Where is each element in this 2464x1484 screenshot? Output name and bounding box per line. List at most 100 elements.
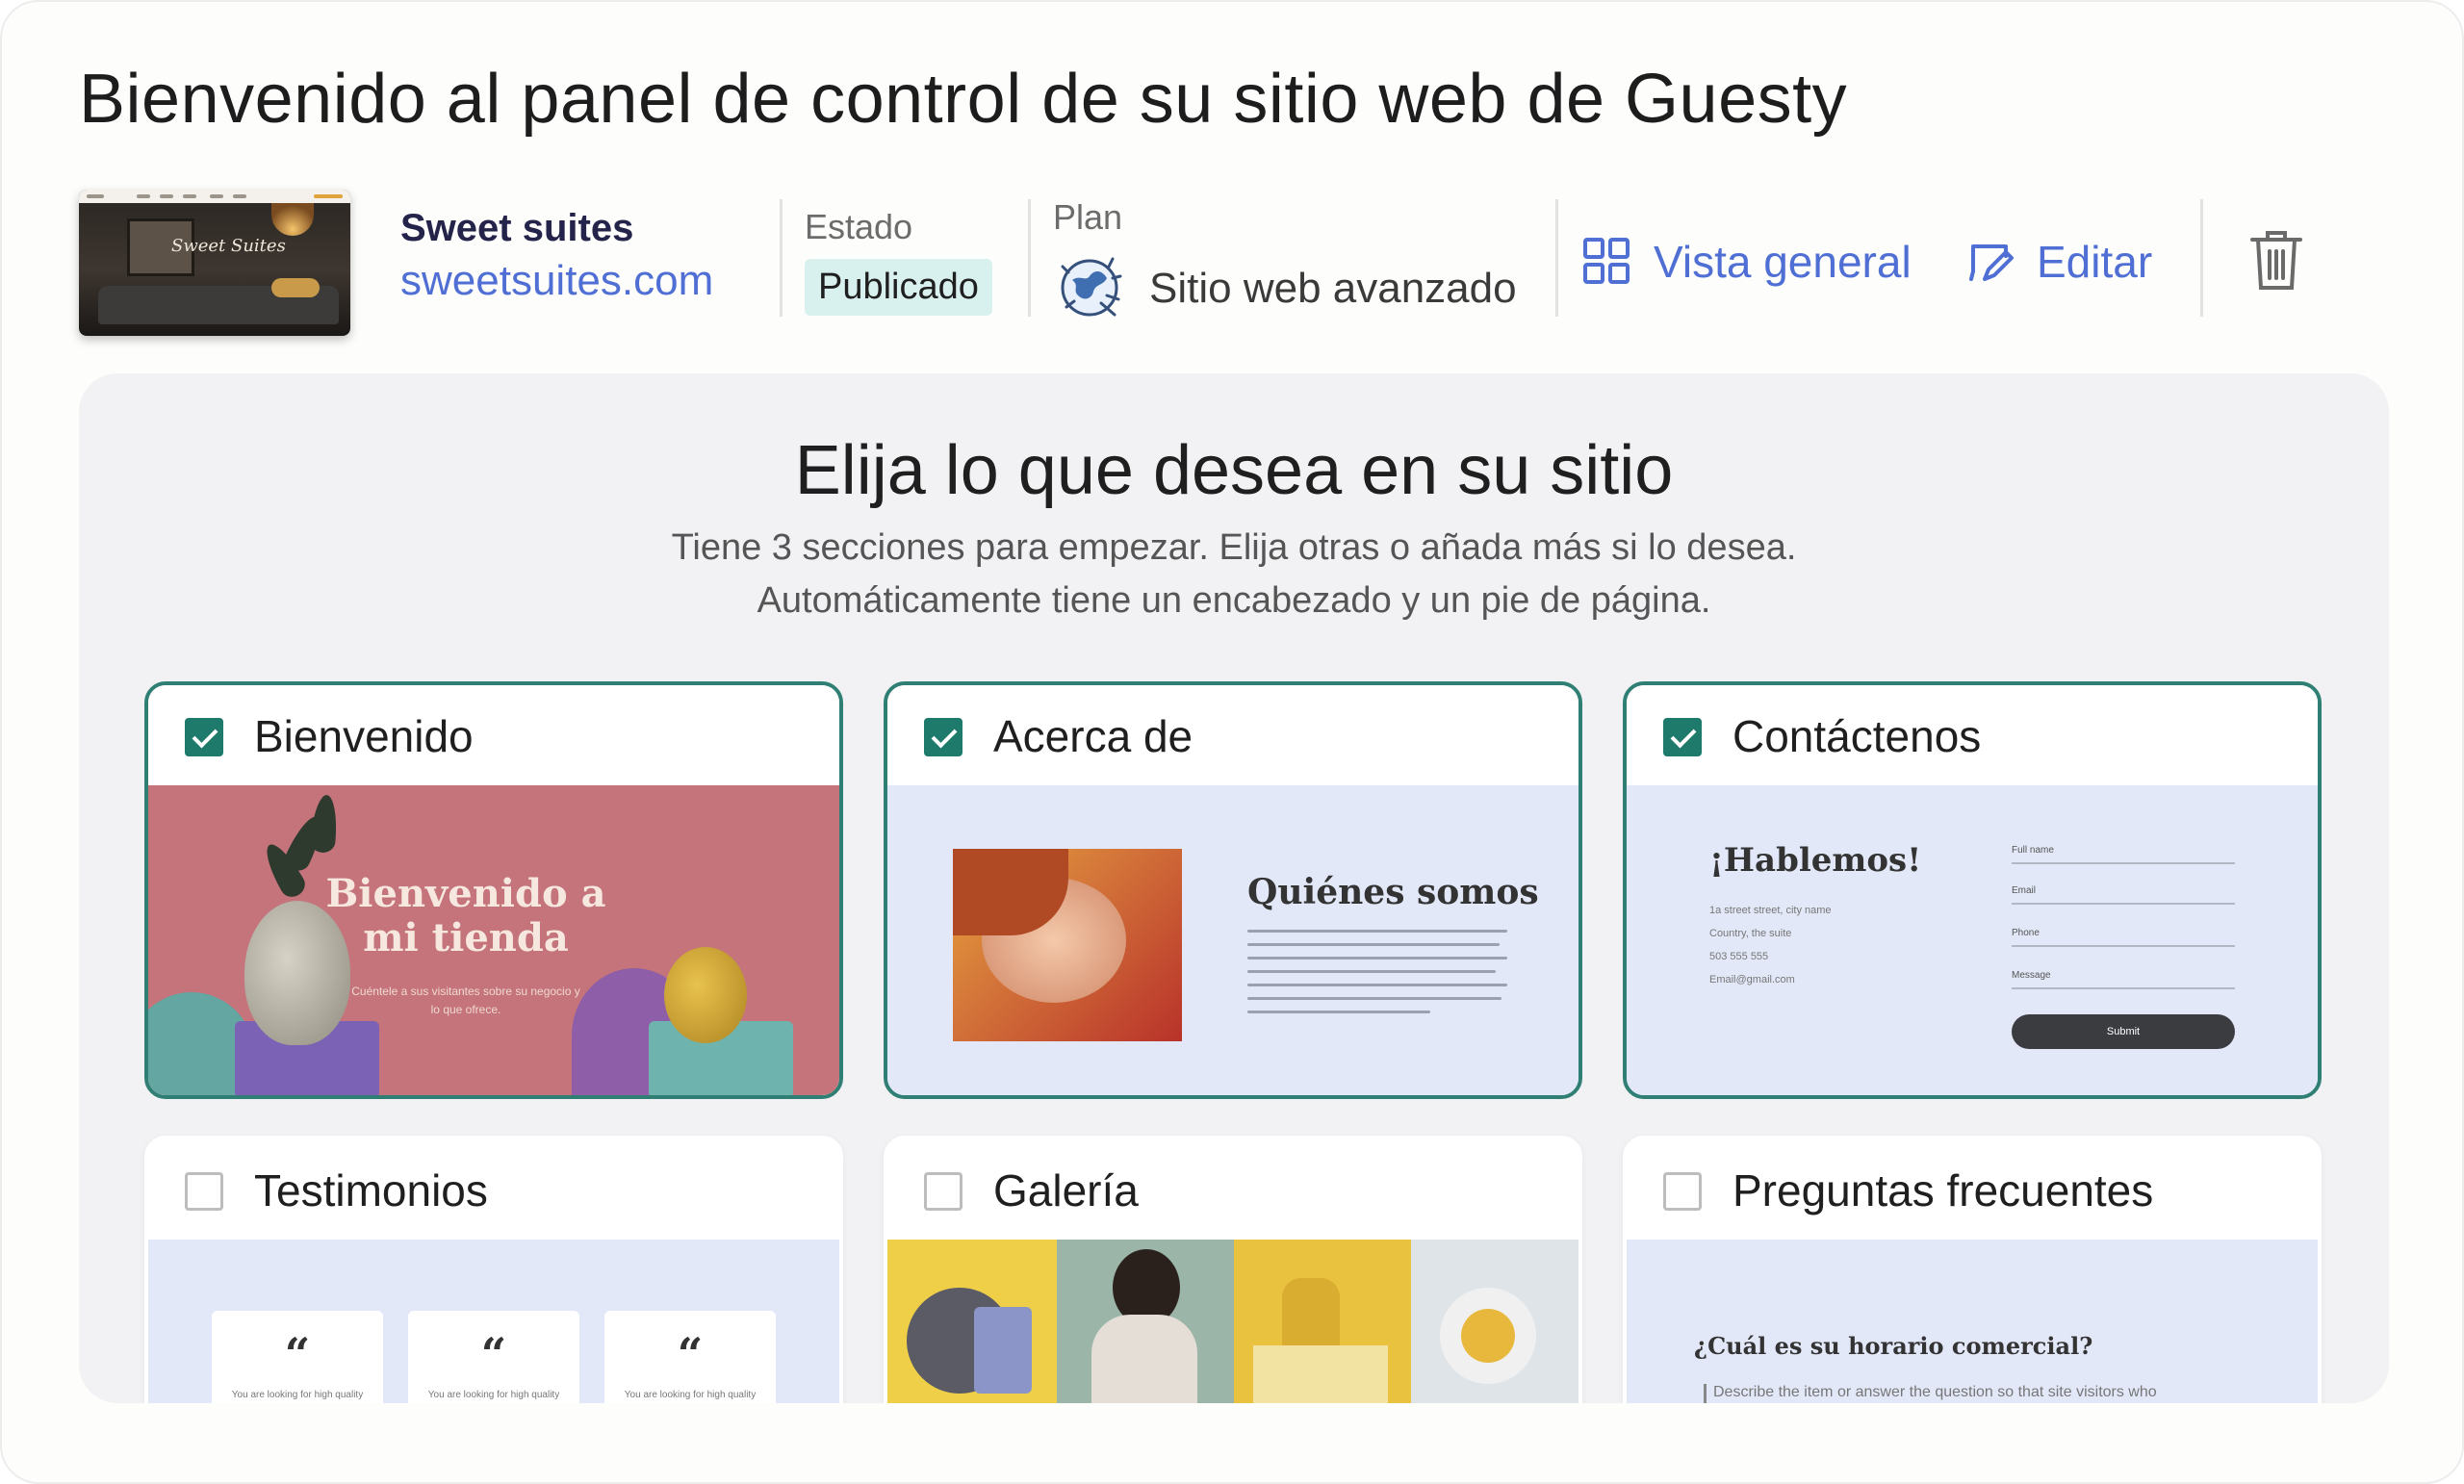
contact-preview: ¡Hablemos! 1a street street, city name C… bbox=[1627, 785, 2318, 1095]
preview-field-underline bbox=[2012, 903, 2235, 905]
preview-quote-card: “ You are looking for high quality bbox=[408, 1311, 579, 1403]
edit-button[interactable]: Editar bbox=[1965, 233, 2152, 291]
preview-contact-line: Email@gmail.com bbox=[1709, 974, 1795, 985]
site-domain-link[interactable]: sweetsuites.com bbox=[400, 257, 713, 305]
preview-faq-bar bbox=[1704, 1384, 1707, 1403]
faq-preview: ¿Cuál es su horario comercial? Describe … bbox=[1627, 1240, 2318, 1403]
checkbox-checked[interactable] bbox=[1663, 718, 1702, 756]
card-label: Acerca de bbox=[993, 711, 1194, 761]
edit-pen-icon bbox=[1969, 244, 2014, 281]
about-preview: Quiénes somos bbox=[887, 785, 1578, 1095]
section-card-faq[interactable]: Preguntas frecuentes ¿Cuál es su horario… bbox=[1623, 1136, 2322, 1403]
quote-icon: “ bbox=[677, 1328, 704, 1380]
preview-faq-answer: Describe the item or answer the question… bbox=[1713, 1384, 2157, 1400]
gallery-image bbox=[1411, 1240, 1578, 1403]
panel-subtitle-line-2: Automáticamente tiene un encabezado y un… bbox=[757, 580, 1711, 621]
card-label: Galería bbox=[993, 1165, 1139, 1215]
overview-label: Vista general bbox=[1654, 237, 1912, 287]
dashboard-window: Bienvenido al panel de control de su sit… bbox=[0, 0, 2464, 1484]
thumbnail-lamp bbox=[271, 203, 314, 236]
preview-quote-card: “ You are looking for high quality bbox=[604, 1311, 776, 1403]
divider bbox=[1028, 199, 1031, 317]
page-title: Bienvenido al panel de control de su sit… bbox=[79, 61, 1848, 138]
divider bbox=[2200, 199, 2203, 317]
preview-contact-line: 503 555 555 bbox=[1709, 951, 1769, 962]
preview-text-line bbox=[1247, 1011, 1430, 1013]
preview-photo bbox=[953, 849, 1182, 1041]
card-label: Preguntas frecuentes bbox=[1732, 1165, 2154, 1215]
thumbnail-nav bbox=[79, 190, 350, 203]
preview-field-underline bbox=[2012, 987, 2235, 989]
card-label: Testimonios bbox=[254, 1165, 488, 1215]
checkbox-unchecked[interactable] bbox=[1663, 1172, 1702, 1211]
overview-button[interactable]: Vista general bbox=[1582, 233, 1912, 291]
status-label: Estado bbox=[805, 207, 913, 246]
preview-field-label: Message bbox=[2012, 970, 2051, 981]
preview-field-underline bbox=[2012, 862, 2235, 864]
card-label: Contáctenos bbox=[1732, 711, 1982, 761]
card-label: Bienvenido bbox=[254, 711, 474, 761]
preview-shape bbox=[664, 947, 747, 1043]
section-picker-panel: Elija lo que desea en su sitio Tiene 3 s… bbox=[79, 373, 2389, 1403]
checkbox-unchecked[interactable] bbox=[924, 1172, 962, 1211]
card-header: Acerca de bbox=[887, 685, 1578, 785]
preview-title: Bienvenido a mi tienda bbox=[325, 871, 606, 960]
globe-plan-icon bbox=[1061, 257, 1122, 317]
trash-icon[interactable] bbox=[2248, 228, 2304, 292]
card-header: Testimonios bbox=[148, 1139, 839, 1240]
preview-contact-line: Country, the suite bbox=[1709, 928, 1792, 939]
plan-value: Sitio web avanzado bbox=[1149, 265, 1517, 312]
site-summary-row: Sweet Suites Sweet suites sweetsuites.co… bbox=[79, 190, 2389, 339]
preview-quote-text: You are looking for high quality bbox=[231, 1390, 364, 1400]
card-header: Preguntas frecuentes bbox=[1627, 1139, 2318, 1240]
preview-submit-button: Submit bbox=[2012, 1014, 2235, 1049]
preview-leaf bbox=[309, 793, 340, 855]
preview-tagline: Cuéntele a sus visitantes sobre su negoc… bbox=[351, 985, 580, 1017]
panel-subtitle-line-1: Tiene 3 secciones para empezar. Elija ot… bbox=[671, 527, 1797, 568]
preview-title: Quiénes somos bbox=[1247, 872, 1539, 912]
preview-field-underline bbox=[2012, 945, 2235, 947]
preview-field-label: Phone bbox=[2012, 928, 2040, 938]
quote-icon: “ bbox=[480, 1328, 507, 1380]
checkbox-unchecked[interactable] bbox=[185, 1172, 223, 1211]
gallery-image bbox=[1057, 1240, 1234, 1403]
section-card-gallery[interactable]: Galería bbox=[884, 1136, 1582, 1403]
card-header: Galería bbox=[887, 1139, 1578, 1240]
grid-icon bbox=[1583, 238, 1630, 284]
preview-contact-line: 1a street street, city name bbox=[1709, 905, 1832, 916]
welcome-preview: Bienvenido a mi tienda Cuéntele a sus vi… bbox=[148, 785, 839, 1095]
preview-quote-card: “ You are looking for high quality bbox=[212, 1311, 383, 1403]
card-header: Contáctenos bbox=[1627, 685, 2318, 785]
section-card-welcome[interactable]: Bienvenido Bienvenido a mi tienda Cuénte… bbox=[144, 681, 843, 1099]
section-card-contact[interactable]: Contáctenos ¡Hablemos! 1a street street,… bbox=[1623, 681, 2322, 1099]
thumbnail-pillow bbox=[271, 278, 320, 297]
preview-field-label: Full name bbox=[2012, 845, 2054, 856]
checkbox-checked[interactable] bbox=[185, 718, 223, 756]
preview-faq-question: ¿Cuál es su horario comercial? bbox=[1694, 1332, 2093, 1360]
gallery-image bbox=[887, 1240, 1057, 1403]
gallery-preview bbox=[887, 1240, 1578, 1403]
site-name: Sweet suites bbox=[400, 207, 634, 249]
divider bbox=[1555, 199, 1558, 317]
preview-text-line bbox=[1247, 997, 1502, 1000]
plan-label: Plan bbox=[1053, 197, 1123, 237]
section-card-about[interactable]: Acerca de Quiénes somos bbox=[884, 681, 1582, 1099]
card-header: Bienvenido bbox=[148, 685, 839, 785]
divider bbox=[780, 199, 783, 317]
gallery-image bbox=[1234, 1240, 1411, 1403]
testimonials-preview: “ You are looking for high quality “ You… bbox=[148, 1240, 839, 1403]
preview-text-line bbox=[1247, 943, 1500, 946]
panel-title: Elija lo que desea en su sitio bbox=[794, 432, 1674, 509]
quote-icon: “ bbox=[284, 1328, 311, 1380]
preview-text-line bbox=[1247, 970, 1496, 973]
section-card-testimonials[interactable]: Testimonios “ You are looking for high q… bbox=[144, 1136, 843, 1403]
thumbnail-script: Sweet Suites bbox=[171, 236, 286, 256]
preview-text-line bbox=[1247, 984, 1507, 986]
preview-text-line bbox=[1247, 930, 1507, 933]
preview-field-label: Email bbox=[2012, 885, 2037, 896]
edit-label: Editar bbox=[2037, 237, 2153, 287]
site-thumbnail[interactable]: Sweet Suites bbox=[79, 190, 350, 336]
preview-quote-text: You are looking for high quality bbox=[427, 1390, 560, 1400]
preview-text-line bbox=[1247, 957, 1507, 959]
checkbox-checked[interactable] bbox=[924, 718, 962, 756]
